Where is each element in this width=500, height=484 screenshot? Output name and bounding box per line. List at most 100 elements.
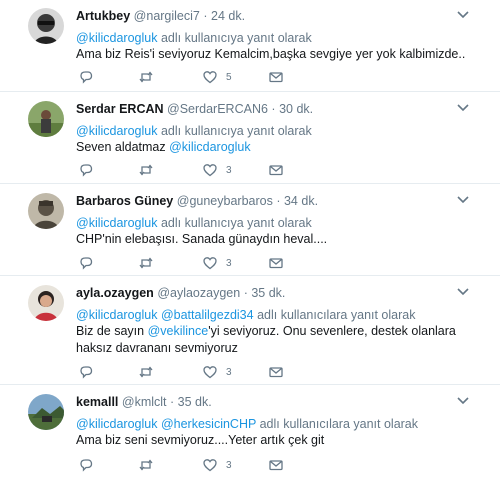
- reply-label: adlı kullanıcıya yanıt olarak: [160, 31, 312, 45]
- separator: ·: [243, 286, 248, 300]
- reply-button[interactable]: [78, 364, 94, 380]
- user-handle[interactable]: @aylaozaygen: [157, 286, 240, 300]
- user-handle[interactable]: @SerdarERCAN6: [167, 102, 268, 116]
- reply-icon: [80, 459, 93, 472]
- reply-button[interactable]: [78, 69, 94, 85]
- reply-mention[interactable]: @kilicdarogluk: [76, 417, 157, 431]
- tweet-text: Seven aldatmaz @kilicdarogluk: [76, 139, 466, 156]
- tweet[interactable]: ayla.ozaygen @aylaozaygen · 35 dk. @kili…: [0, 277, 500, 385]
- tweet-actions: 3: [76, 255, 376, 271]
- reply-context: @kilicdarogluk adlı kullanıcıya yanıt ol…: [76, 123, 312, 139]
- user-handle[interactable]: @kmlclt: [122, 395, 167, 409]
- direct-message-button[interactable]: [268, 69, 284, 85]
- like-count: 3: [226, 366, 232, 378]
- like-button[interactable]: 3: [202, 162, 232, 178]
- tweet-text: CHP'nin elebaşısı. Sanada günaydın heval…: [76, 232, 328, 246]
- reply-label: adlı kullanıcılara yanıt olarak: [259, 417, 419, 431]
- heart-icon: [203, 71, 217, 84]
- reply-button[interactable]: [78, 162, 94, 178]
- like-button[interactable]: 3: [202, 457, 232, 473]
- tweet-text-mention[interactable]: @kilicdarogluk: [169, 140, 250, 154]
- retweet-button[interactable]: [138, 457, 154, 473]
- display-name[interactable]: ayla.ozaygen: [76, 286, 154, 300]
- reply-icon: [80, 366, 93, 379]
- tweet[interactable]: Serdar ERCAN @SerdarERCAN6 · 30 dk. @kil…: [0, 93, 500, 184]
- reply-mention[interactable]: @herkesicinCHP: [161, 417, 256, 431]
- timestamp[interactable]: 30 dk.: [279, 102, 313, 116]
- like-button[interactable]: 3: [202, 255, 232, 271]
- tweet-text-plain: Seven aldatmaz: [76, 140, 170, 154]
- envelope-icon: [269, 460, 283, 471]
- avatar[interactable]: [28, 101, 64, 137]
- tweet-text-mention[interactable]: @vekilince: [148, 324, 209, 338]
- display-name[interactable]: Serdar ERCAN: [76, 102, 164, 116]
- tweet-text: Biz de sayın @vekilince'yi seviyoruz. On…: [76, 323, 456, 357]
- reply-mention[interactable]: @kilicdarogluk: [76, 308, 157, 322]
- timestamp[interactable]: 35 dk.: [251, 286, 285, 300]
- retweet-button[interactable]: [138, 162, 154, 178]
- chevron-down-icon[interactable]: [456, 396, 470, 406]
- avatar[interactable]: [28, 285, 64, 321]
- display-name[interactable]: kemalll: [76, 395, 118, 409]
- avatar[interactable]: [28, 8, 64, 44]
- retweet-button[interactable]: [138, 69, 154, 85]
- tweet-actions: 3: [76, 364, 376, 380]
- reply-mention[interactable]: @battalilgezdi34: [161, 308, 254, 322]
- tweet-actions: 3: [76, 162, 376, 178]
- envelope-icon: [269, 367, 283, 378]
- reply-button[interactable]: [78, 457, 94, 473]
- tweet-header: Barbaros Güney @guneybarbaros · 34 dk.: [76, 193, 318, 209]
- tweet-text: Ama biz seni sevmiyoruz....Yeter artık ç…: [76, 433, 325, 447]
- user-handle[interactable]: @guneybarbaros: [177, 194, 273, 208]
- like-button[interactable]: 5: [202, 69, 232, 85]
- tweet[interactable]: Barbaros Güney @guneybarbaros · 34 dk. @…: [0, 185, 500, 276]
- tweet-actions: 3: [76, 457, 376, 473]
- heart-icon: [203, 459, 217, 472]
- reply-context: @kilicdarogluk @herkesicinCHP adlı kulla…: [76, 416, 418, 432]
- chevron-down-icon[interactable]: [456, 103, 470, 113]
- retweet-button[interactable]: [138, 364, 154, 380]
- retweet-icon: [139, 366, 153, 378]
- tweet-text-pre: Biz de sayın: [76, 324, 148, 338]
- timestamp[interactable]: 35 dk.: [178, 395, 212, 409]
- avatar[interactable]: [28, 193, 64, 229]
- reply-mention[interactable]: @kilicdarogluk: [76, 31, 157, 45]
- reply-icon: [80, 71, 93, 84]
- tweet[interactable]: Artukbey @nargileci7 · 24 dk. @kilicdaro…: [0, 0, 500, 92]
- display-name[interactable]: Artukbey: [76, 9, 130, 23]
- tweet-header: Artukbey @nargileci7 · 24 dk.: [76, 8, 245, 24]
- tweet-actions: 5: [76, 69, 376, 85]
- reply-icon: [80, 164, 93, 177]
- reply-context: @kilicdarogluk adlı kullanıcıya yanıt ol…: [76, 30, 312, 46]
- direct-message-button[interactable]: [268, 255, 284, 271]
- reply-context: @kilicdarogluk adlı kullanıcıya yanıt ol…: [76, 215, 312, 231]
- tweet-header: ayla.ozaygen @aylaozaygen · 35 dk.: [76, 285, 285, 301]
- heart-icon: [203, 164, 217, 177]
- chevron-down-icon[interactable]: [456, 195, 470, 205]
- like-button[interactable]: 3: [202, 364, 232, 380]
- separator: ·: [276, 194, 281, 208]
- timestamp[interactable]: 24 dk.: [211, 9, 245, 23]
- reply-label: adlı kullanıcıya yanıt olarak: [160, 124, 312, 138]
- direct-message-button[interactable]: [268, 364, 284, 380]
- display-name[interactable]: Barbaros Güney: [76, 194, 173, 208]
- reply-label: adlı kullanıcılara yanıt olarak: [257, 308, 416, 322]
- retweet-button[interactable]: [138, 255, 154, 271]
- direct-message-button[interactable]: [268, 457, 284, 473]
- chevron-down-icon[interactable]: [456, 10, 470, 20]
- envelope-icon: [269, 72, 283, 83]
- retweet-icon: [139, 71, 153, 83]
- tweet[interactable]: kemalll @kmlclt · 35 dk. @kilicdarogluk …: [0, 386, 500, 484]
- avatar[interactable]: [28, 394, 64, 430]
- like-count: 3: [226, 257, 232, 269]
- user-handle[interactable]: @nargileci7: [134, 9, 200, 23]
- retweet-icon: [139, 257, 153, 269]
- reply-mention[interactable]: @kilicdarogluk: [76, 124, 157, 138]
- direct-message-button[interactable]: [268, 162, 284, 178]
- chevron-down-icon[interactable]: [456, 287, 470, 297]
- reply-mention[interactable]: @kilicdarogluk: [76, 216, 157, 230]
- retweet-icon: [139, 459, 153, 471]
- reply-button[interactable]: [78, 255, 94, 271]
- timestamp[interactable]: 34 dk.: [284, 194, 318, 208]
- heart-icon: [203, 257, 217, 270]
